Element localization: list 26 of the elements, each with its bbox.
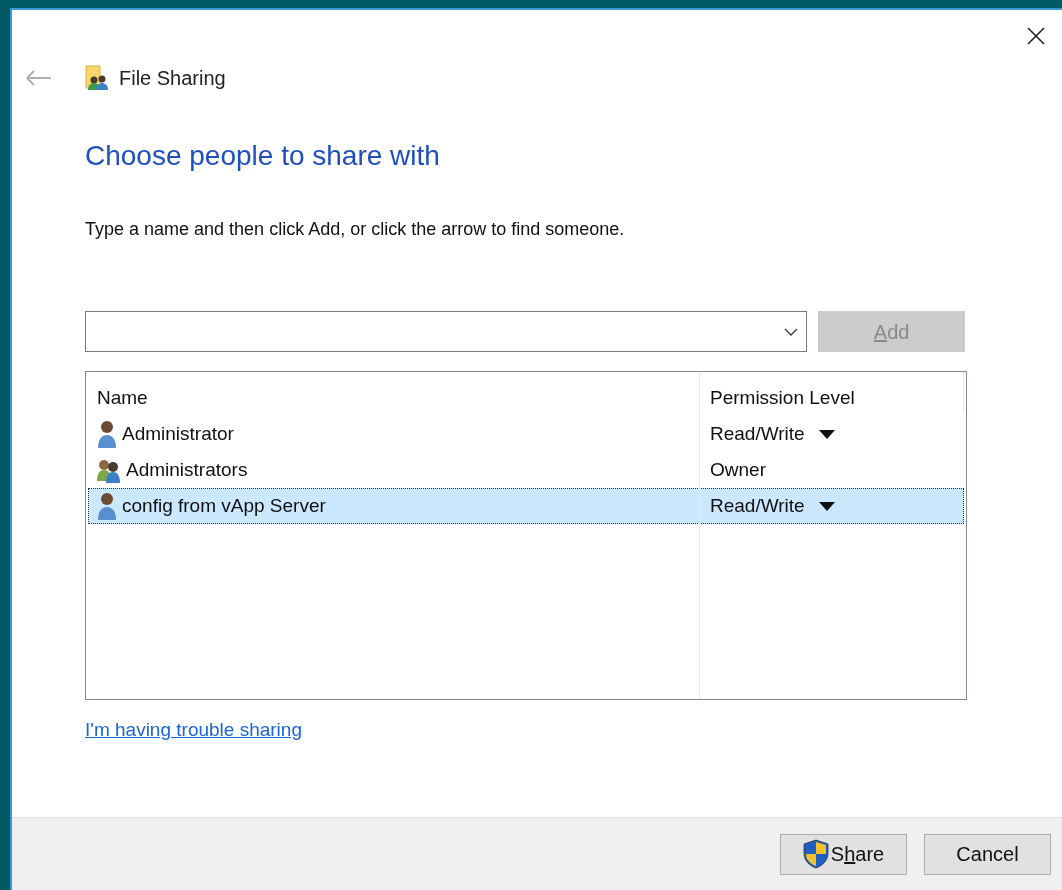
chevron-down-icon[interactable] (784, 327, 799, 336)
cancel-button[interactable]: Cancel (924, 833, 1051, 875)
user-icon (96, 420, 118, 448)
share-button[interactable]: Share (780, 833, 907, 875)
page-heading: Choose people to share with (85, 139, 441, 173)
list-row[interactable]: config from vApp Server Read/Write (88, 488, 964, 524)
window-title: File Sharing (119, 66, 226, 91)
instruction-text: Type a name and then click Add, or click the arrow to find someone. (85, 218, 626, 241)
column-header[interactable]: Permission Level (710, 383, 855, 412)
user-name: config from vApp Server (122, 493, 326, 518)
permission-level: Owner (710, 457, 766, 482)
user-icon (96, 492, 118, 520)
help-link[interactable]: I'm having trouble sharing (85, 716, 302, 745)
permission-level: Read/Write (710, 421, 805, 446)
list-row[interactable]: Administrator Read/Write (88, 416, 964, 452)
dropdown-triangle-icon[interactable] (818, 429, 835, 439)
dropdown-triangle-icon[interactable] (818, 501, 835, 511)
shield-icon (802, 839, 829, 869)
permission-level: Read/Write (710, 493, 805, 518)
user-name: Administrators (126, 457, 248, 482)
user-name: Administrator (122, 421, 234, 446)
shared-folder-icon (85, 65, 109, 91)
column-header[interactable]: Name (86, 383, 710, 412)
name-combobox[interactable] (85, 311, 808, 352)
list-row[interactable]: Administrators Owner (88, 452, 964, 488)
user-group-icon (96, 457, 122, 483)
